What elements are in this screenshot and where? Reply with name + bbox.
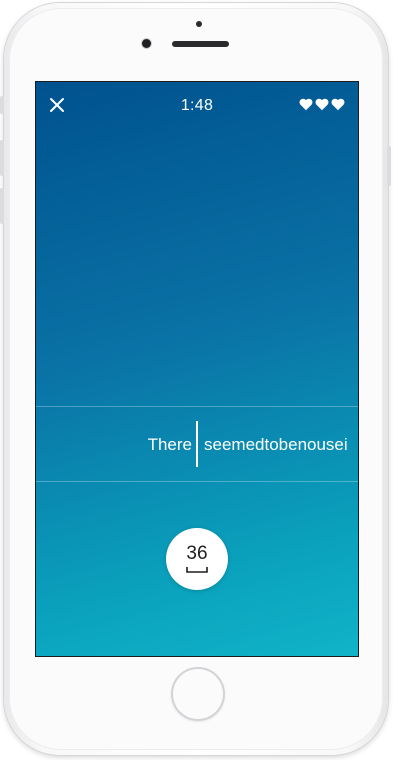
- front-camera: [142, 39, 151, 48]
- heart-icon: [299, 98, 313, 111]
- top-bar: 1:48: [36, 82, 358, 130]
- earpiece-speaker: [172, 41, 229, 47]
- lives-indicator: [299, 98, 345, 111]
- upcoming-text: seemedtobenousei: [204, 435, 348, 454]
- space-underscore-icon: [186, 567, 208, 573]
- heart-icon: [331, 98, 345, 111]
- home-button[interactable]: [171, 667, 225, 721]
- previous-word: There: [147, 435, 192, 454]
- space-count-value: 36: [186, 543, 208, 564]
- reading-bottom-divider: [36, 481, 358, 482]
- power-button: [387, 146, 391, 186]
- reading-cursor: [196, 421, 198, 467]
- reading-area: There seemedtobenousei: [36, 407, 358, 481]
- proximity-sensor: [196, 21, 202, 27]
- volume-up-button: [0, 140, 4, 176]
- space-count-button[interactable]: 36: [166, 528, 228, 590]
- mute-switch: [0, 96, 4, 114]
- heart-icon: [315, 98, 329, 111]
- volume-down-button: [0, 188, 4, 224]
- app-screen: 1:48 There seemedtobenousei 36: [36, 82, 358, 656]
